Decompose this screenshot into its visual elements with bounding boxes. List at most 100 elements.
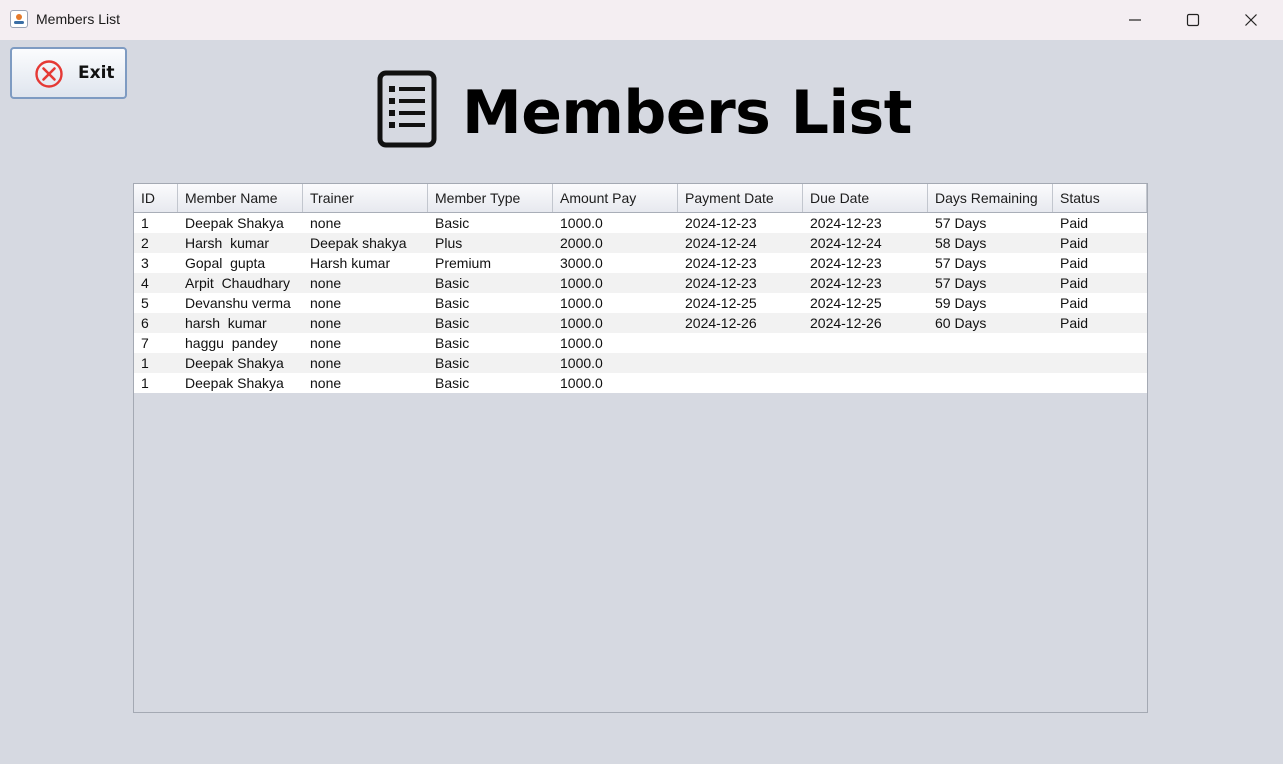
table-cell[interactable]: Arpit Chaudhary xyxy=(178,273,303,293)
table-cell[interactable]: none xyxy=(303,293,428,313)
table-cell[interactable]: Gopal gupta xyxy=(178,253,303,273)
table-cell[interactable]: 3000.0 xyxy=(553,253,678,273)
table-cell[interactable]: 1000.0 xyxy=(553,313,678,333)
table-cell[interactable]: none xyxy=(303,213,428,233)
column-header-status[interactable]: Status xyxy=(1053,184,1147,212)
table-cell[interactable]: Paid xyxy=(1053,293,1147,313)
table-cell[interactable]: Basic xyxy=(428,293,553,313)
table-cell[interactable]: Deepak Shakya xyxy=(178,213,303,233)
column-header-member-type[interactable]: Member Type xyxy=(428,184,553,212)
table-cell[interactable]: Paid xyxy=(1053,233,1147,253)
maximize-button[interactable] xyxy=(1164,0,1222,40)
table-cell[interactable]: 2024-12-25 xyxy=(678,293,803,313)
table-cell[interactable]: Premium xyxy=(428,253,553,273)
table-cell[interactable]: 60 Days xyxy=(928,313,1053,333)
table-cell[interactable]: none xyxy=(303,373,428,393)
table-cell[interactable] xyxy=(1053,353,1147,373)
table-cell[interactable]: Paid xyxy=(1053,213,1147,233)
table-cell[interactable] xyxy=(928,373,1053,393)
column-header-member-name[interactable]: Member Name xyxy=(178,184,303,212)
table-cell[interactable]: none xyxy=(303,353,428,373)
table-cell[interactable]: 2 xyxy=(134,233,178,253)
table-cell[interactable]: Basic xyxy=(428,313,553,333)
table-cell[interactable] xyxy=(678,373,803,393)
table-cell[interactable]: none xyxy=(303,333,428,353)
table-cell[interactable]: 2024-12-26 xyxy=(803,313,928,333)
table-cell[interactable]: 2000.0 xyxy=(553,233,678,253)
table-cell[interactable]: harsh kumar xyxy=(178,313,303,333)
table-cell[interactable]: Paid xyxy=(1053,253,1147,273)
table-cell[interactable]: 1000.0 xyxy=(553,213,678,233)
table-cell[interactable] xyxy=(1053,373,1147,393)
table-cell[interactable]: 2024-12-23 xyxy=(678,253,803,273)
table-cell[interactable]: Deepak Shakya xyxy=(178,353,303,373)
table-row[interactable]: 7 haggu pandey none Basic 1000.0 xyxy=(134,333,1147,353)
table-row[interactable]: 1 Deepak Shakya none Basic 1000.0 2024-12-23 2… xyxy=(134,213,1147,233)
table-cell[interactable]: Paid xyxy=(1053,313,1147,333)
column-header-days-remaining[interactable]: Days Remaining xyxy=(928,184,1053,212)
table-cell[interactable]: Plus xyxy=(428,233,553,253)
table-cell[interactable]: 1000.0 xyxy=(553,353,678,373)
table-row[interactable]: 6 harsh kumar none Basic 1000.0 2024-12-26 202… xyxy=(134,313,1147,333)
table-cell[interactable] xyxy=(1053,333,1147,353)
table-cell[interactable]: Basic xyxy=(428,273,553,293)
table-cell[interactable]: Basic xyxy=(428,373,553,393)
table-cell[interactable]: 1 xyxy=(134,353,178,373)
table-cell[interactable]: 2024-12-23 xyxy=(678,273,803,293)
table-cell[interactable]: Devanshu verma xyxy=(178,293,303,313)
column-header-trainer[interactable]: Trainer xyxy=(303,184,428,212)
table-cell[interactable]: 5 xyxy=(134,293,178,313)
table-cell[interactable]: 4 xyxy=(134,273,178,293)
table-cell[interactable] xyxy=(803,333,928,353)
column-header-amount-pay[interactable]: Amount Pay xyxy=(553,184,678,212)
table-cell[interactable] xyxy=(928,333,1053,353)
minimize-button[interactable] xyxy=(1106,0,1164,40)
table-cell[interactable]: 59 Days xyxy=(928,293,1053,313)
table-row[interactable]: 5 Devanshu verma none Basic 1000.0 2024-12-25… xyxy=(134,293,1147,313)
members-table[interactable]: ID Member Name Trainer Member Type Amoun… xyxy=(133,183,1148,713)
table-cell[interactable] xyxy=(803,373,928,393)
column-header-payment-date[interactable]: Payment Date xyxy=(678,184,803,212)
table-cell[interactable]: Basic xyxy=(428,333,553,353)
table-cell[interactable] xyxy=(928,353,1053,373)
table-cell[interactable]: 7 xyxy=(134,333,178,353)
table-row[interactable]: 1 Deepak Shakya none Basic 1000.0 xyxy=(134,373,1147,393)
table-cell[interactable]: 1000.0 xyxy=(553,333,678,353)
column-header-id[interactable]: ID xyxy=(134,184,178,212)
table-cell[interactable]: none xyxy=(303,273,428,293)
table-cell[interactable]: 1000.0 xyxy=(553,293,678,313)
table-cell[interactable]: 2024-12-23 xyxy=(803,213,928,233)
table-row[interactable]: 1 Deepak Shakya none Basic 1000.0 xyxy=(134,353,1147,373)
table-cell[interactable]: 2024-12-26 xyxy=(678,313,803,333)
table-cell[interactable]: 6 xyxy=(134,313,178,333)
table-cell[interactable]: Deepak shakya xyxy=(303,233,428,253)
table-cell[interactable]: 2024-12-25 xyxy=(803,293,928,313)
table-cell[interactable]: 1 xyxy=(134,213,178,233)
table-cell[interactable]: none xyxy=(303,313,428,333)
table-row[interactable]: 4 Arpit Chaudhary none Basic 1000.0 2024-12-2… xyxy=(134,273,1147,293)
table-cell[interactable]: 57 Days xyxy=(928,273,1053,293)
table-cell[interactable]: 57 Days xyxy=(928,213,1053,233)
table-cell[interactable]: 57 Days xyxy=(928,253,1053,273)
table-cell[interactable]: 2024-12-23 xyxy=(803,273,928,293)
table-cell[interactable] xyxy=(678,353,803,373)
exit-button[interactable]: Exit xyxy=(10,47,127,99)
table-cell[interactable]: 2024-12-24 xyxy=(678,233,803,253)
table-cell[interactable]: 2024-12-24 xyxy=(803,233,928,253)
table-cell[interactable]: 1 xyxy=(134,373,178,393)
table-cell[interactable]: 1000.0 xyxy=(553,373,678,393)
table-cell[interactable]: 3 xyxy=(134,253,178,273)
table-cell[interactable]: 58 Days xyxy=(928,233,1053,253)
table-cell[interactable]: Deepak Shakya xyxy=(178,373,303,393)
table-cell[interactable]: Basic xyxy=(428,213,553,233)
table-cell[interactable]: Harsh kumar xyxy=(178,233,303,253)
table-cell[interactable]: haggu pandey xyxy=(178,333,303,353)
table-cell[interactable]: Basic xyxy=(428,353,553,373)
table-cell[interactable]: 2024-12-23 xyxy=(803,253,928,273)
table-cell[interactable]: Paid xyxy=(1053,273,1147,293)
table-cell[interactable]: 1000.0 xyxy=(553,273,678,293)
table-cell[interactable] xyxy=(803,353,928,373)
close-button[interactable] xyxy=(1222,0,1280,40)
table-cell[interactable] xyxy=(678,333,803,353)
table-row[interactable]: 3 Gopal gupta Harsh kumar Premium 3000.0 2024… xyxy=(134,253,1147,273)
